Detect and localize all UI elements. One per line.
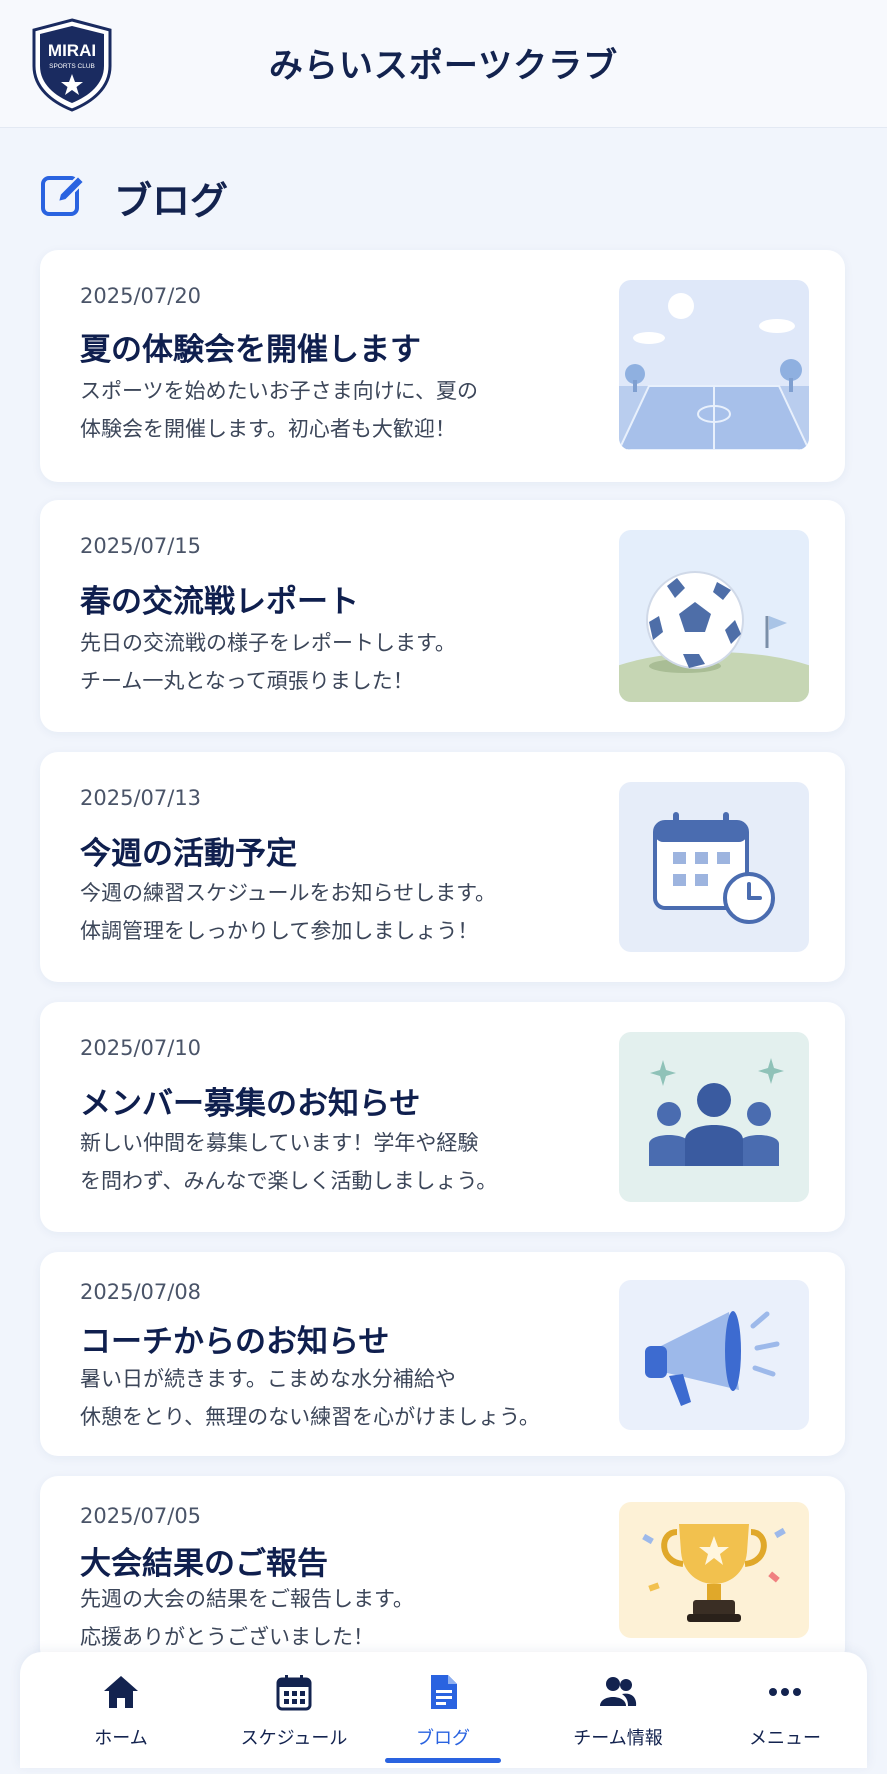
edit-icon — [40, 172, 86, 218]
megaphone-image — [619, 1280, 809, 1430]
post-date: 2025/07/10 — [80, 1036, 202, 1060]
blog-post-card[interactable]: 2025/07/05 大会結果のご報告 先週の大会の結果をご報告します。 応援あり… — [40, 1476, 845, 1666]
group-people-image — [619, 1032, 809, 1202]
post-excerpt: 新しい仲間を募集しています！学年や経験 を問わず、みんなで楽しく活動しましょう。 — [80, 1131, 498, 1193]
tab-home[interactable]: ホーム — [46, 1652, 196, 1768]
post-date: 2025/07/20 — [80, 284, 202, 308]
post-date: 2025/07/05 — [80, 1504, 202, 1528]
sports-field-image — [619, 280, 809, 450]
blog-post-card[interactable]: 2025/07/10 メンバー募集のお知らせ 新しい仲間を募集しています！学年や… — [40, 1002, 845, 1232]
calendar-clock-image — [619, 782, 809, 952]
post-title[interactable]: 大会結果のご報告 — [80, 1538, 328, 1583]
post-excerpt: 今週の練習スケジュールをお知らせします。 体調管理をしっかりして参加しましょう！ — [80, 881, 497, 943]
blog-post-card[interactable]: 2025/07/15 春の交流戦レポート 先日の交流戦の様子をレポートします。チ… — [40, 500, 845, 732]
home-icon — [101, 1672, 141, 1712]
more-icon — [765, 1672, 805, 1712]
post-title[interactable]: コーチからのお知らせ — [80, 1316, 389, 1361]
post-date: 2025/07/08 — [80, 1280, 202, 1304]
post-date: 2025/07/15 — [80, 534, 202, 558]
trophy-image — [619, 1502, 809, 1638]
section-title: ブログ — [114, 179, 229, 223]
tab-schedule[interactable]: スケジュール — [219, 1652, 369, 1768]
post-date: 2025/07/13 — [80, 786, 202, 810]
team-icon — [598, 1672, 638, 1712]
calendar-icon — [274, 1672, 314, 1712]
tab-label: スケジュール — [240, 1728, 348, 1749]
post-excerpt: 暑い日が続きます。こまめな水分補給や 休憩をとり、無理のない練習を心がけましょう。 — [80, 1367, 540, 1429]
post-title[interactable]: 春の交流戦レポート — [80, 576, 359, 621]
soccer-ball-image — [619, 530, 809, 702]
tab-label: チーム情報 — [573, 1728, 663, 1749]
post-title[interactable]: 今週の活動予定 — [80, 828, 297, 873]
active-tab-indicator — [385, 1758, 501, 1763]
blog-post-card[interactable]: 2025/07/20 夏の体験会を開催します スポーツを始めたいお子さま向けに、… — [40, 250, 845, 482]
tab-blog[interactable]: ブログ — [368, 1652, 518, 1768]
tab-team-info[interactable]: チーム情報 — [543, 1652, 693, 1768]
post-excerpt: 先日の交流戦の様子をレポートします。 チーム一丸となって頑張りました！ — [80, 631, 456, 693]
app-header: MIRAI SPORTS CLUB みらいスポーツクラブ — [0, 0, 887, 128]
post-title[interactable]: 夏の体験会を開催します — [80, 324, 421, 369]
post-title[interactable]: メンバー募集のお知らせ — [80, 1078, 420, 1123]
document-icon — [423, 1672, 463, 1712]
tab-label: メニュー — [749, 1728, 821, 1749]
post-excerpt: スポーツを始めたいお子さま向けに、夏の 体験会を開催します。初心者も大歓迎！ — [80, 379, 478, 441]
tab-label: ブログ — [416, 1728, 470, 1749]
blog-post-card[interactable]: 2025/07/13 今週の活動予定 今週の練習スケジュールをお知らせします。体… — [40, 752, 845, 982]
app-title: みらいスポーツクラブ — [268, 46, 619, 86]
post-excerpt: 先週の大会の結果をご報告します。 応援ありがとうございました！ — [80, 1587, 414, 1649]
tab-menu[interactable]: メニュー — [710, 1652, 860, 1768]
blog-post-card[interactable]: 2025/07/08 コーチからのお知らせ 暑い日が続きます。こまめな水分補給や… — [40, 1252, 845, 1456]
tab-label: ホーム — [94, 1728, 148, 1749]
bottom-tab-bar: ホーム スケジュール ブログ チーム情報 メニュー — [20, 1652, 867, 1768]
